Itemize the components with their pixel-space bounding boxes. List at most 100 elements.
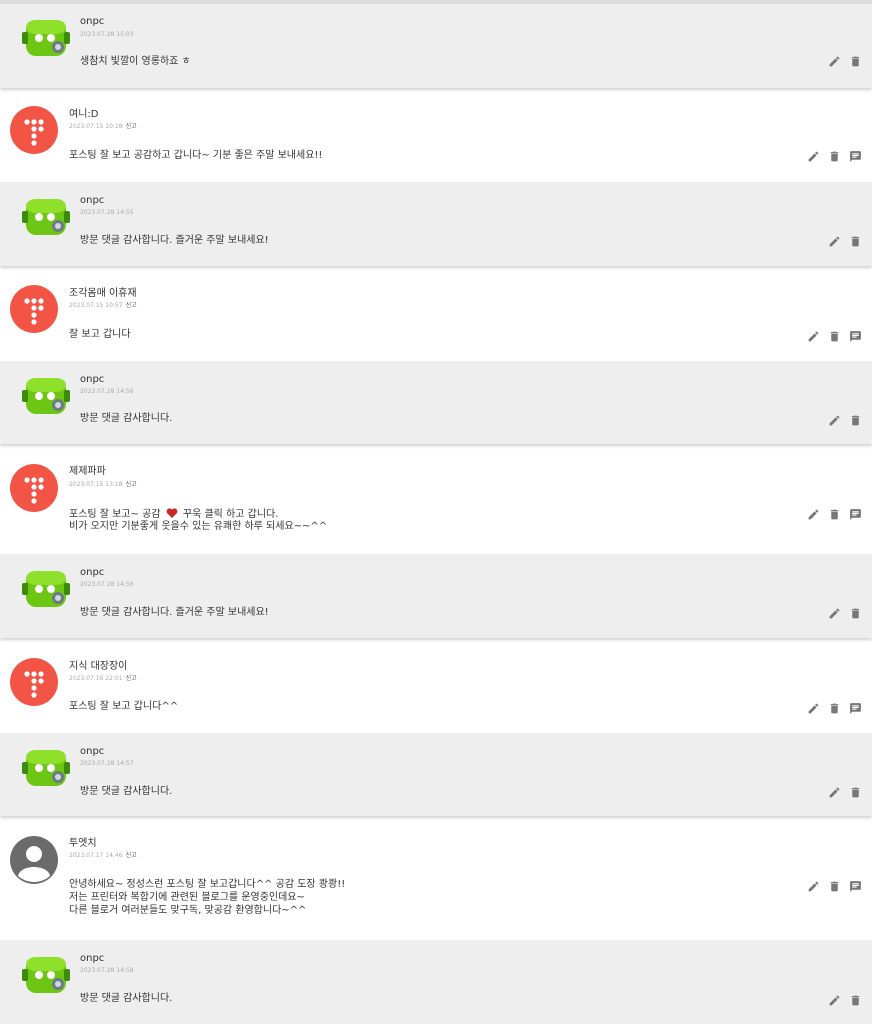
- avatar[interactable]: [10, 836, 58, 884]
- comment-meta: 2023.07.28 14:57: [80, 760, 134, 768]
- author-name[interactable]: onpc: [80, 195, 104, 207]
- pencil-icon[interactable]: [828, 994, 841, 1007]
- comment-actions: [828, 414, 862, 427]
- comment-actions: [807, 880, 862, 893]
- comment-actions: [807, 702, 862, 715]
- comment-date: 2023.07.15 10:57: [69, 302, 123, 309]
- author-name[interactable]: onpc: [80, 374, 104, 386]
- comment-actions: [828, 607, 862, 620]
- comment-meta: 2023.07.15 10:57 신고: [69, 302, 137, 310]
- trash-icon[interactable]: [828, 880, 841, 893]
- comment-icon[interactable]: [849, 508, 862, 521]
- pencil-icon[interactable]: [828, 414, 841, 427]
- comment-date: 2023.07.28 14:58: [80, 967, 134, 974]
- trash-icon[interactable]: [828, 702, 841, 715]
- avatar[interactable]: [10, 658, 58, 706]
- comment-meta: 2023.07.28 14:58: [80, 967, 134, 975]
- comment-list: onpc 2023.07.28 15:03 생참치 빛깔이 영롱하죠 ㅎ 여니:D 2…: [0, 0, 872, 1024]
- comment-line-text: 다른 블로거 여러분들도 맞구독, 맞공감 환영합니다~^^: [69, 905, 307, 916]
- comment-line: 방문 댓글 감사합니다.: [80, 993, 172, 1005]
- pencil-icon[interactable]: [807, 702, 820, 715]
- comment-icon[interactable]: [849, 330, 862, 343]
- avatar[interactable]: [22, 565, 70, 613]
- comment-date: 2023.07.28 14:56: [80, 388, 134, 395]
- trash-icon[interactable]: [849, 607, 862, 620]
- author-name[interactable]: 제제파파: [69, 466, 106, 478]
- comment-text: 방문 댓글 감사합니다.: [80, 786, 172, 798]
- pencil-icon[interactable]: [828, 55, 841, 68]
- pencil-icon[interactable]: [807, 880, 820, 893]
- comment-line: 생참치 빛깔이 영롱하죠 ㅎ: [80, 56, 191, 68]
- trash-icon[interactable]: [849, 994, 862, 1007]
- pencil-icon[interactable]: [828, 235, 841, 248]
- reply-item: onpc 2023.07.28 14:57 방문 댓글 감사합니다.: [0, 733, 872, 816]
- comment-line-text: 포스팅 잘 보고 공감하고 갑니다~ 기분 좋은 주말 보내세요!!: [69, 150, 323, 161]
- comment-line: 방문 댓글 감사합니다.: [80, 786, 172, 798]
- pencil-icon[interactable]: [807, 508, 820, 521]
- avatar[interactable]: [10, 464, 58, 512]
- comment-date: 2023.07.15 13:18: [69, 481, 123, 488]
- comment-text: 안녕하세요~ 정성스런 포스팅 잘 보고갑니다^^ 공감 도장 쾅쾅!! 저는 프…: [69, 878, 345, 917]
- pencil-icon[interactable]: [807, 330, 820, 343]
- reply-item: onpc 2023.07.28 14:56 방문 댓글 감사합니다. 즐거운 주말 …: [0, 554, 872, 638]
- comment-icon[interactable]: [849, 880, 862, 893]
- comment-actions: [807, 150, 862, 163]
- comment-text: 포스팅 잘 보고 공감하고 갑니다~ 기분 좋은 주말 보내세요!!: [69, 150, 322, 162]
- reply-item: onpc 2023.07.28 14:56 방문 댓글 감사합니다.: [0, 361, 872, 444]
- comment-line: 비가 오지만 기분좋게 웃을수 있는 유쾌한 하루 되세요~~^^: [69, 521, 327, 533]
- report-link[interactable]: 신고: [126, 123, 137, 130]
- comment-date: 2023.07.28 15:03: [80, 31, 134, 38]
- avatar[interactable]: [10, 285, 58, 333]
- comment-item: 지식 대장장이 2023.07.16 22:01 신고 포스팅 잘 보고 갑니다^^: [0, 647, 872, 733]
- pencil-icon[interactable]: [828, 786, 841, 799]
- comment-actions: [828, 235, 862, 248]
- author-name[interactable]: onpc: [80, 16, 104, 28]
- reply-item: onpc 2023.07.28 15:03 생참치 빛깔이 영롱하죠 ㅎ: [0, 4, 872, 88]
- report-link[interactable]: 신고: [126, 852, 137, 859]
- comment-line: 다른 블로거 여러분들도 맞구독, 맞공감 환영합니다~^^: [69, 904, 345, 917]
- trash-icon[interactable]: [828, 150, 841, 163]
- trash-icon[interactable]: [849, 235, 862, 248]
- author-name[interactable]: onpc: [80, 746, 104, 758]
- author-name[interactable]: 조각몸매 이휴재: [69, 288, 137, 300]
- author-name[interactable]: 여니:D: [69, 109, 98, 121]
- avatar[interactable]: [10, 106, 58, 154]
- comment-text: 방문 댓글 감사합니다.: [80, 993, 172, 1005]
- avatar[interactable]: [22, 193, 70, 241]
- trash-icon[interactable]: [828, 330, 841, 343]
- report-link[interactable]: 신고: [126, 675, 137, 682]
- comment-line: 저는 프린터와 복합기에 관련된 블로그를 운영중인데요~: [69, 891, 345, 904]
- comment-line-text: 저는 프린터와 복합기에 관련된 블로그를 운영중인데요~: [69, 892, 305, 903]
- avatar[interactable]: [22, 372, 70, 420]
- comment-line: 포스팅 잘 보고 갑니다^^: [69, 701, 178, 713]
- comment-line: 방문 댓글 감사합니다. 즐거운 주말 보내세요!: [80, 235, 269, 247]
- trash-icon[interactable]: [849, 786, 862, 799]
- trash-icon[interactable]: [849, 55, 862, 68]
- comment-line: 방문 댓글 감사합니다. 즐거운 주말 보내세요!: [80, 607, 269, 619]
- comment-actions: [807, 330, 862, 343]
- comment-line: 잘 보고 갑니다: [69, 329, 131, 341]
- comment-line: 안녕하세요~ 정성스런 포스팅 잘 보고갑니다^^ 공감 도장 쾅쾅!!: [69, 878, 345, 891]
- report-link[interactable]: 신고: [126, 302, 137, 309]
- avatar[interactable]: [22, 744, 70, 792]
- comment-icon[interactable]: [849, 150, 862, 163]
- pencil-icon[interactable]: [828, 607, 841, 620]
- comment-actions: [828, 55, 862, 68]
- comment-meta: 2023.07.28 14:56: [80, 388, 134, 396]
- heart-icon: [166, 508, 178, 518]
- avatar[interactable]: [22, 14, 70, 62]
- trash-icon[interactable]: [849, 414, 862, 427]
- pencil-icon[interactable]: [807, 150, 820, 163]
- comment-text: 잘 보고 갑니다: [69, 329, 131, 341]
- comment-line-text: 잘 보고 갑니다: [69, 329, 131, 340]
- author-name[interactable]: onpc: [80, 567, 104, 579]
- author-name[interactable]: 투엣치: [69, 838, 97, 850]
- trash-icon[interactable]: [828, 508, 841, 521]
- report-link[interactable]: 신고: [126, 481, 137, 488]
- avatar[interactable]: [22, 951, 70, 999]
- reply-item: onpc 2023.07.28 14:58 방문 댓글 감사합니다.: [0, 940, 872, 1024]
- comment-icon[interactable]: [849, 702, 862, 715]
- author-name[interactable]: 지식 대장장이: [69, 661, 127, 673]
- author-name[interactable]: onpc: [80, 953, 104, 965]
- comment-date: 2023.07.15 10:18: [69, 123, 123, 130]
